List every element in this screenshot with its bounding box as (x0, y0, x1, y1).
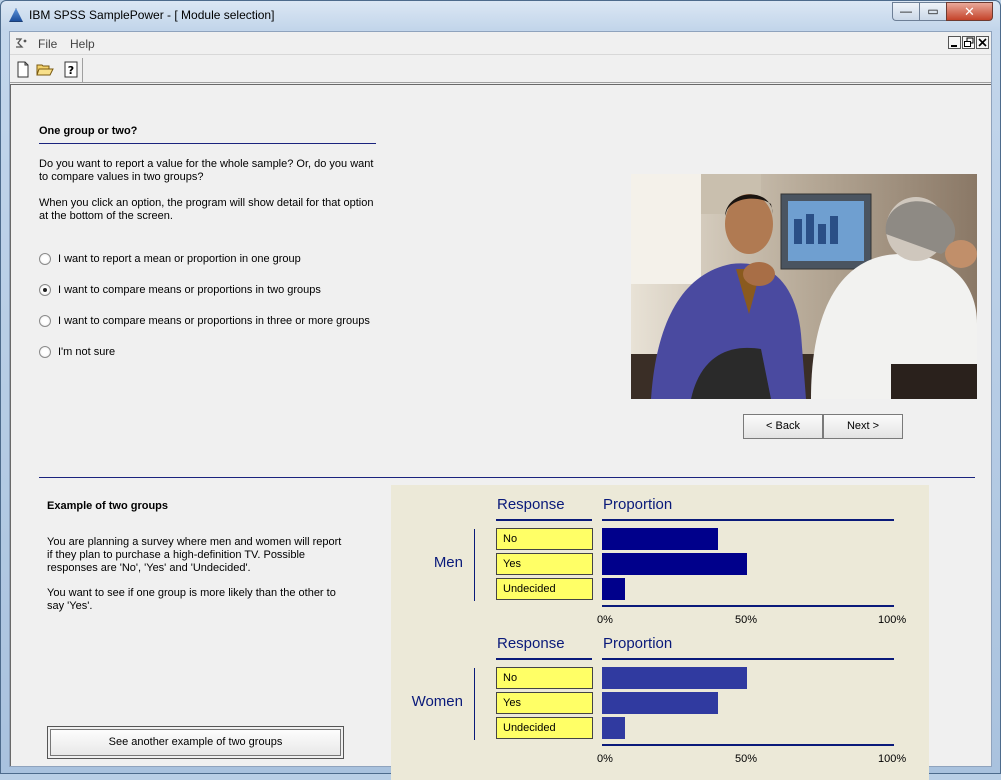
new-document-button[interactable] (12, 59, 34, 81)
example-title: Example of two groups (47, 500, 169, 512)
men-response-undecided: Undecided (496, 578, 593, 600)
open-button[interactable] (34, 59, 56, 81)
women-bar-yes (602, 692, 718, 714)
mdi-system-menu-icon[interactable] (14, 37, 28, 49)
men-bar-yes (602, 553, 747, 575)
women-bar-undecided (602, 717, 625, 739)
module-selection-page: One group or two? Do you want to report … (10, 84, 991, 780)
see-another-example-label: See another example of two groups (50, 729, 341, 756)
women-proportion-rule (602, 658, 894, 660)
office-photo (631, 174, 977, 399)
menu-help[interactable]: Help (70, 37, 95, 51)
option-label: I want to report a mean or proportion in… (58, 253, 301, 265)
maximize-button[interactable]: ▭ (919, 2, 946, 21)
menu-bar: File Help (10, 32, 991, 55)
men-tick-0: 0% (597, 614, 613, 626)
example-paragraph-1: You are planning a survey where men and … (47, 536, 342, 574)
women-tick-100: 100% (878, 753, 907, 765)
men-axis-line (602, 605, 894, 607)
men-response-yes: Yes (496, 553, 593, 575)
radio-button[interactable] (39, 253, 51, 265)
option-three-or-more-groups[interactable]: I want to compare means or proportions i… (39, 315, 370, 327)
example-paragraph-2: You want to see if one group is more lik… (47, 587, 336, 612)
title-bar[interactable]: IBM SPSS SamplePower - [ Module selectio… (1, 1, 1000, 30)
context-help-button[interactable]: ? (60, 59, 82, 81)
mdi-close-button[interactable] (976, 36, 989, 49)
caption-buttons: — ▭ ✕ (892, 2, 993, 21)
radio-button[interactable] (39, 346, 51, 358)
question-title: One group or two? (39, 125, 138, 137)
help-icon: ? (64, 61, 78, 78)
men-group-bracket (474, 529, 475, 601)
option-two-groups[interactable]: I want to compare means or proportions i… (39, 284, 321, 296)
men-bar-no (602, 528, 718, 550)
women-group-bracket (474, 668, 475, 740)
men-tick-50: 50% (735, 614, 758, 626)
women-response-yes: Yes (496, 692, 593, 714)
women-bar-no (602, 667, 747, 689)
next-button[interactable]: Next > (823, 414, 903, 439)
mdi-restore-button[interactable] (962, 36, 975, 49)
back-button[interactable]: < Back (743, 414, 823, 439)
mdi-buttons (948, 36, 989, 49)
svg-text:?: ? (68, 64, 74, 77)
toolbar: ? (10, 56, 991, 83)
women-response-no: No (496, 667, 593, 689)
women-group-label: Women (411, 693, 463, 710)
women-tick-50: 50% (735, 753, 758, 765)
option-label: I'm not sure (58, 346, 116, 358)
close-icon: ✕ (964, 4, 975, 19)
new-document-icon (17, 61, 29, 78)
women-proportion-header: Proportion (603, 635, 673, 652)
see-another-example-button[interactable]: See another example of two groups (47, 726, 344, 759)
open-folder-icon (36, 64, 54, 76)
men-proportion-header: Proportion (603, 496, 673, 513)
client-area: File Help ? One group or two? Do you wan… (9, 31, 992, 780)
two-groups-chart-panel: Response Proportion Men No Yes Undecided… (391, 485, 929, 780)
app-icon (9, 8, 23, 22)
option-one-group[interactable]: I want to report a mean or proportion in… (39, 253, 301, 265)
section-divider (39, 477, 975, 478)
radio-button[interactable] (39, 284, 51, 296)
women-response-header: Response (497, 635, 565, 652)
men-response-header: Response (497, 496, 565, 513)
close-button[interactable]: ✕ (946, 2, 993, 21)
app-window: IBM SPSS SamplePower - [ Module selectio… (0, 0, 1001, 780)
toolbar-separator (82, 58, 83, 82)
question-paragraph-2: When you click an option, the program wi… (39, 197, 374, 222)
minimize-button[interactable]: — (892, 2, 919, 21)
option-not-sure[interactable]: I'm not sure (39, 346, 115, 358)
men-tick-100: 100% (878, 614, 907, 626)
women-response-undecided: Undecided (496, 717, 593, 739)
mdi-minimize-button[interactable] (948, 36, 961, 49)
option-label: I want to compare means or proportions i… (58, 284, 321, 296)
question-title-rule (39, 143, 376, 144)
men-group-label: Men (433, 554, 463, 571)
radio-button[interactable] (39, 315, 51, 327)
women-axis-line (602, 744, 894, 746)
maximize-icon: ▭ (927, 4, 939, 18)
option-label: I want to compare means or proportions i… (58, 315, 370, 327)
men-response-no: No (496, 528, 593, 550)
window-title: IBM SPSS SamplePower - [ Module selectio… (29, 8, 275, 22)
question-paragraph-1: Do you want to report a value for the wh… (39, 158, 374, 183)
men-proportion-rule (602, 519, 894, 521)
menu-file[interactable]: File (38, 37, 57, 51)
men-response-rule (496, 519, 592, 521)
women-tick-0: 0% (597, 753, 613, 765)
minimize-icon: — (900, 4, 912, 18)
women-response-rule (496, 658, 592, 660)
men-bar-undecided (602, 578, 625, 600)
